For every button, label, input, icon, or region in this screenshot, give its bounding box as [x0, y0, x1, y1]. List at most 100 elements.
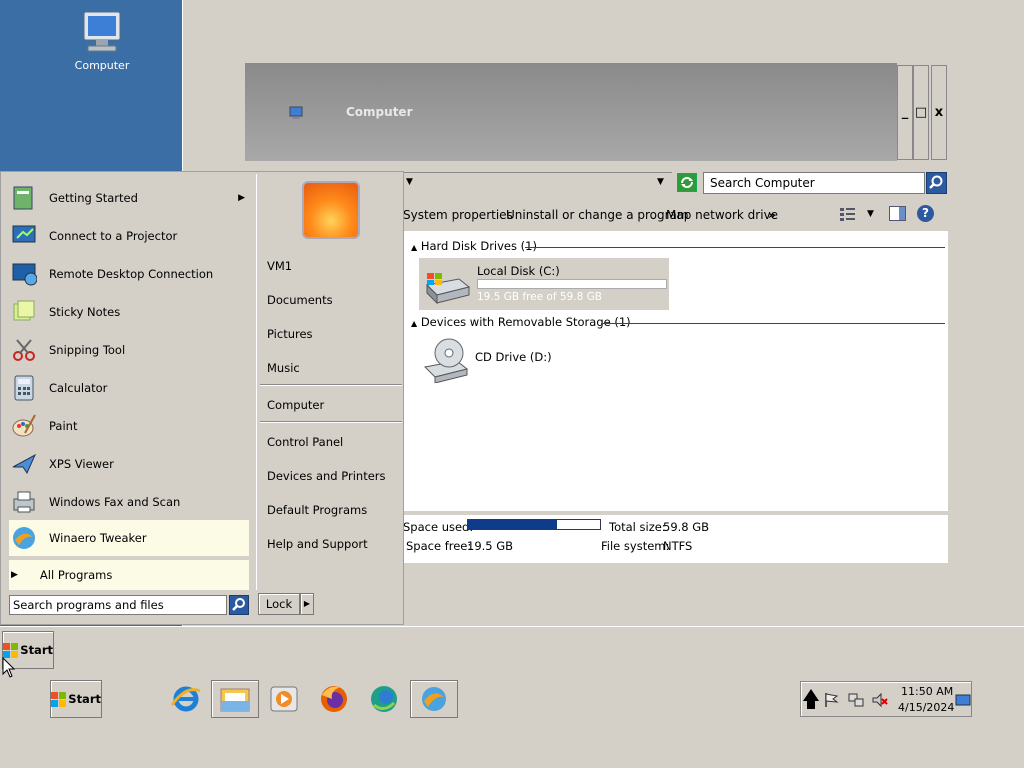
cd-drive-d-item[interactable]: CD Drive (D:) — [419, 335, 619, 383]
user-folder-link[interactable]: VM1 — [267, 259, 292, 273]
start-label: Start — [20, 643, 53, 657]
control-panel-link[interactable]: Control Panel — [267, 435, 343, 449]
program-connect-projector[interactable]: Connect to a Projector — [9, 218, 249, 254]
local-disk-c-item[interactable]: Local Disk (C:) 19.5 GB free of 59.8 GB — [419, 258, 669, 310]
details-pane: Space used: Total size: 59.8 GB Space fr… — [403, 515, 948, 563]
edge-chromium-icon[interactable] — [364, 680, 404, 718]
getting-started-icon — [9, 183, 39, 213]
computer-small-icon — [289, 106, 303, 119]
program-label: Sticky Notes — [49, 305, 121, 319]
volume-muted-icon[interactable] — [872, 692, 888, 708]
documents-link[interactable]: Documents — [267, 293, 333, 307]
program-calculator[interactable]: Calculator — [9, 370, 249, 406]
start-search-input[interactable]: Search programs and files — [9, 595, 227, 615]
program-xps-viewer[interactable]: XPS Viewer — [9, 446, 249, 482]
all-programs-button[interactable]: ▶ All Programs — [9, 560, 249, 590]
lock-button[interactable]: Lock — [258, 593, 300, 615]
command-bar: System properties Uninstall or change a … — [395, 203, 948, 227]
space-free-value: 19.5 GB — [467, 539, 514, 553]
help-icon[interactable]: ? — [917, 205, 934, 222]
refresh-icon[interactable] — [677, 173, 697, 192]
preview-pane-icon[interactable] — [889, 206, 906, 221]
start-label: Start — [68, 692, 101, 706]
removable-group-label: Devices with Removable Storage (1) — [420, 315, 631, 329]
view-options-icon[interactable] — [840, 207, 856, 221]
program-label: Remote Desktop Connection — [49, 267, 214, 281]
window-title: Computer — [346, 105, 413, 119]
music-link[interactable]: Music — [267, 361, 300, 375]
media-player-icon[interactable] — [264, 680, 304, 718]
internet-explorer-icon[interactable] — [166, 680, 206, 718]
mouse-cursor-icon — [2, 657, 16, 678]
remote-desktop-icon — [9, 259, 39, 289]
close-button[interactable]: x — [931, 65, 947, 160]
system-tray: 11:50 AM 4/15/2024 — [800, 681, 972, 717]
program-winaero-tweaker[interactable]: Winaero Tweaker — [9, 520, 249, 556]
history-chevron-icon[interactable]: ▼ — [406, 177, 413, 187]
fax-scan-icon — [9, 487, 39, 517]
computer-icon — [83, 11, 121, 52]
shutdown-options-arrow-icon[interactable]: ▶ — [300, 593, 314, 615]
file-system-value: NTFS — [663, 539, 693, 553]
menu-separator — [260, 421, 402, 423]
space-used-fill — [468, 520, 557, 529]
hdd-group-label: Hard Disk Drives (1) — [420, 239, 537, 253]
search-computer-input[interactable]: Search Computer — [703, 172, 925, 194]
clock-time[interactable]: 11:50 AM — [901, 685, 953, 698]
collapse-triangle-icon: ▲ — [411, 319, 418, 328]
address-dropdown-icon[interactable]: ▼ — [657, 177, 664, 187]
windows-logo-icon — [3, 642, 18, 658]
pictures-link[interactable]: Pictures — [267, 327, 313, 341]
drive-d-name: CD Drive (D:) — [475, 350, 552, 364]
action-center-flag-icon[interactable] — [823, 692, 839, 708]
firefox-icon[interactable] — [314, 680, 354, 718]
program-label: Getting Started — [49, 191, 138, 205]
show-hidden-icons-icon[interactable] — [802, 687, 820, 711]
computer-link[interactable]: Computer — [267, 398, 324, 412]
uninstall-program-button[interactable]: Uninstall or change a program — [506, 208, 689, 222]
start-button-secondary[interactable]: Start — [50, 680, 102, 718]
program-label: Connect to a Projector — [49, 229, 178, 243]
winaero-taskbar-icon[interactable] — [410, 680, 458, 718]
desktop-icon-label: Computer — [74, 59, 130, 72]
show-desktop-icon[interactable] — [955, 694, 971, 706]
default-programs-link[interactable]: Default Programs — [267, 503, 367, 517]
maximize-button[interactable]: □ — [913, 65, 929, 160]
start-menu: Getting Started ▶ Connect to a Projector… — [0, 171, 404, 625]
snipping-tool-icon — [9, 335, 39, 365]
removable-group-header[interactable]: ▲ Devices with Removable Storage (1) — [411, 315, 945, 329]
cd-drive-icon — [423, 338, 469, 383]
map-network-drive-button[interactable]: Map network drive — [666, 208, 778, 222]
system-properties-button[interactable]: System properties — [403, 208, 513, 222]
program-sticky-notes[interactable]: Sticky Notes — [9, 294, 249, 330]
program-snipping-tool[interactable]: Snipping Tool — [9, 332, 249, 368]
clock-date[interactable]: 4/15/2024 — [898, 701, 954, 714]
minimize-button[interactable]: _ — [897, 65, 913, 160]
desktop-computer-shortcut[interactable]: Computer — [60, 8, 144, 78]
drive-c-free-text: 19.5 GB free of 59.8 GB — [477, 291, 602, 303]
projector-icon — [9, 221, 39, 251]
help-support-link[interactable]: Help and Support — [267, 537, 368, 551]
hdd-group-header[interactable]: ▲ Hard Disk Drives (1) — [411, 239, 945, 253]
space-free-label: Space free: — [406, 539, 472, 553]
sticky-notes-icon — [9, 297, 39, 327]
file-explorer-icon[interactable] — [211, 680, 259, 718]
user-avatar[interactable] — [302, 181, 360, 239]
devices-printers-link[interactable]: Devices and Printers — [267, 469, 386, 483]
program-remote-desktop[interactable]: Remote Desktop Connection — [9, 256, 249, 292]
program-getting-started[interactable]: Getting Started ▶ — [9, 180, 249, 216]
start-search-icon[interactable] — [229, 595, 249, 615]
more-commands-button[interactable]: » — [768, 208, 776, 222]
network-icon[interactable] — [848, 692, 864, 708]
program-label: Paint — [49, 419, 78, 433]
program-label: XPS Viewer — [49, 457, 114, 471]
menu-separator — [260, 384, 402, 386]
all-programs-arrow-icon: ▶ — [11, 570, 18, 580]
search-icon[interactable] — [926, 172, 947, 194]
title-bar[interactable]: Computer — [245, 63, 897, 161]
view-dropdown-icon[interactable]: ▼ — [867, 209, 874, 219]
program-paint[interactable]: Paint — [9, 408, 249, 444]
program-fax-scan[interactable]: Windows Fax and Scan — [9, 484, 249, 520]
program-label: Winaero Tweaker — [49, 531, 147, 545]
group-divider — [601, 323, 945, 324]
